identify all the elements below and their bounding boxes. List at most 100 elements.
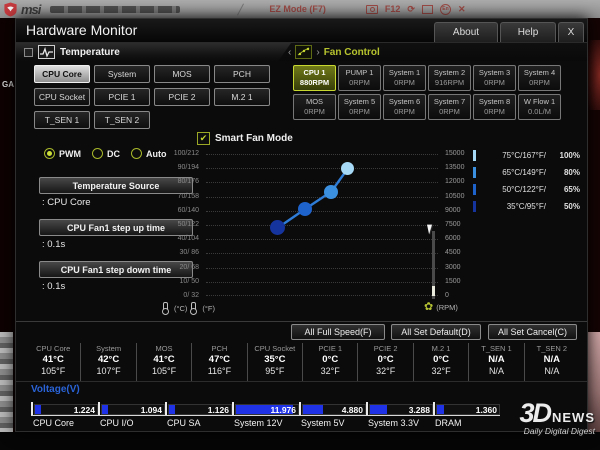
close-button[interactable]: X [558, 22, 584, 42]
temp-button-cpu-core[interactable]: CPU Core [34, 65, 90, 83]
fan-button-name: System 3 [478, 68, 511, 77]
fan-button-cpu-1[interactable]: CPU 1 880RPM [293, 65, 336, 91]
temperature-chart-icon [38, 45, 55, 59]
temp-button-t-sen-2[interactable]: T_SEN 2 [94, 111, 150, 129]
fan-button-pump-1[interactable]: PUMP 1 0RPM [338, 65, 381, 91]
fan-curve-chart[interactable] [206, 154, 438, 296]
fan-button-system-1[interactable]: System 1 0RPM [383, 65, 426, 91]
readout-name: CPU Socket [254, 344, 296, 353]
voltage-bar-row: 3.288 [366, 402, 433, 416]
temp-button-cpu-socket[interactable]: CPU Socket [34, 88, 90, 106]
radio-dot-icon[interactable] [131, 148, 142, 159]
fan-button-system-4[interactable]: System 4 0RPM [518, 65, 561, 91]
fan-button-rpm: 0RPM [484, 107, 505, 116]
readout-pcie-2: PCIE 2 0°C 32°F [358, 343, 414, 381]
checkbox-check-icon[interactable]: ✔ [197, 132, 210, 145]
y-axis-label-left: 80/176 [177, 178, 199, 186]
help-button[interactable]: Help [500, 22, 556, 42]
readout-fahrenheit: 116°F [207, 366, 232, 376]
all-set-cancel-c-button[interactable]: All Set Cancel(C) [488, 324, 577, 340]
voltage-bar: 11.976 [235, 404, 299, 415]
left-edge-text-fragment: GA [2, 80, 14, 89]
voltage-name: System 12V [234, 418, 283, 428]
y-axis-label-right: 15000 [445, 150, 465, 157]
tab-temperature[interactable]: Temperature [24, 43, 120, 61]
about-button[interactable]: About [434, 22, 498, 42]
fan-button-system-2[interactable]: System 2 916RPM [428, 65, 471, 91]
voltage-value: 1.224 [73, 405, 95, 415]
fan-curve-line [277, 168, 349, 229]
fan-icon: ✿ [424, 301, 434, 313]
voltage-bar-fill [303, 405, 324, 414]
readout-name: PCH [211, 344, 228, 353]
temp-button-m-2-1[interactable]: M.2 1 [214, 88, 270, 106]
legend-duty: 100% [559, 151, 580, 160]
temp-button-pcie-2[interactable]: PCIE 2 [154, 88, 210, 106]
y-axis-label-right: 12000 [445, 178, 465, 186]
chart-scrollbar-thumb[interactable] [432, 286, 435, 296]
y-axis-label-right: 9000 [445, 206, 461, 214]
chart-scrollbar[interactable] [432, 231, 435, 299]
readout-celsius: N/A [543, 354, 561, 365]
y-axis-label-left: 100/212 [173, 150, 199, 157]
temperature-readouts: CPU Core 41°C 105°F System 42°C 107°F MOS 41°C 1… [26, 343, 579, 381]
readout-celsius: 42°C [97, 354, 120, 365]
watermark-tagline: Daily Digital Digest [523, 426, 595, 436]
temp-button-system[interactable]: System [94, 65, 150, 83]
all-set-default-d-button[interactable]: All Set Default(D) [391, 324, 481, 340]
voltage-tick [31, 402, 33, 415]
tab-next-icon[interactable]: › [316, 47, 319, 58]
radio-dot-icon[interactable] [44, 148, 55, 159]
fan-button-system-5[interactable]: System 5 0RPM [338, 94, 381, 120]
language-icon[interactable]: En [439, 3, 451, 15]
tab-fan-control[interactable]: ‹ › Fan Control [288, 43, 380, 61]
radio-label: DC [107, 148, 120, 159]
monitor-icon[interactable] [421, 4, 433, 14]
3dnews-watermark: 3D NEWS Daily Digital Digest [519, 400, 595, 437]
voltage-tick [433, 402, 435, 415]
radio-dot-icon[interactable] [92, 148, 103, 159]
temp-button-mos[interactable]: MOS [154, 65, 210, 83]
voltage-section-label: Voltage(V) [31, 384, 80, 395]
unit-rpm-label: (RPM) [436, 302, 458, 312]
y-axis-label-left: 30/ 86 [179, 249, 199, 257]
voltage-readouts: 1.224 CPU Core 1.094 CPU I/O 1.126 CPU SA 11.9… [31, 402, 500, 428]
legend-temperature: 50°C/122°F/ [502, 185, 546, 194]
fan-curve-point-65c[interactable] [324, 184, 339, 199]
temp-button-t-sen-1[interactable]: T_SEN 1 [34, 111, 90, 129]
readout-celsius: 0°C [433, 354, 450, 365]
voltage-bar-row: 1.224 [31, 402, 98, 416]
fan-button-system-3[interactable]: System 3 0RPM [473, 65, 516, 91]
fan-button-mos[interactable]: MOS 0RPM [293, 94, 336, 120]
voltage-name: CPU Core [33, 418, 75, 428]
fan-button-system-6[interactable]: System 6 0RPM [383, 94, 426, 120]
all-full-speed-f-button[interactable]: All Full Speed(F) [291, 324, 385, 340]
fan-button-name: System 4 [523, 68, 556, 77]
tab-prev-icon[interactable]: ‹ [288, 47, 291, 58]
temp-button-pch[interactable]: PCH [214, 65, 270, 83]
temp-button-pcie-1[interactable]: PCIE 1 [94, 88, 150, 106]
screenshot-camera-icon[interactable] [365, 4, 378, 14]
ez-mode-button[interactable]: EZ Mode (F7) [269, 4, 326, 14]
bios-close-icon[interactable]: ✕ [458, 4, 466, 15]
fan-button-w-flow-1[interactable]: W Flow 1 0.0L/M [518, 94, 561, 120]
voltage-bar-fill [35, 405, 42, 414]
y-axis-label-right: 10500 [445, 192, 465, 200]
smart-fan-mode-checkbox[interactable]: ✔ Smart Fan Mode [197, 132, 293, 145]
y-axis-label-left: 20/ 68 [179, 263, 199, 271]
fan-curve-point-50c[interactable] [297, 202, 312, 217]
legend-duty: 65% [563, 185, 580, 194]
tab-temperature-label: Temperature [60, 46, 120, 58]
radio-dc[interactable]: DC [92, 148, 120, 159]
readout-fahrenheit: 95°F [265, 366, 285, 376]
refresh-icon[interactable]: ⟳ [407, 4, 415, 15]
fan-button-name: System 2 [433, 68, 466, 77]
fan-button-system-8[interactable]: System 8 0RPM [473, 94, 516, 120]
hardware-monitor-window: Hardware Monitor About Help X Temperatur… [15, 18, 588, 432]
fan-button-name: System 1 [388, 68, 421, 77]
fan-select-grid: CPU 1 880RPM PUMP 1 0RPM System 1 0RPM System … [293, 65, 561, 120]
fan-button-system-7[interactable]: System 7 0RPM [428, 94, 471, 120]
expand-icon[interactable] [24, 47, 33, 57]
readout-fahrenheit: 32°F [431, 366, 451, 376]
radio-pwm[interactable]: PWM [44, 148, 81, 159]
